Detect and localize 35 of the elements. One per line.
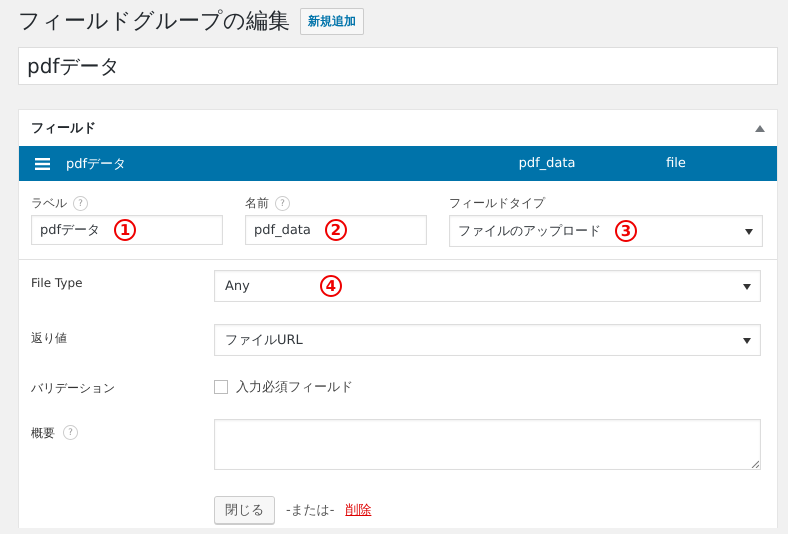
field-type: file	[665, 156, 687, 171]
setting-label: バリデーション	[31, 380, 115, 397]
input-field[interactable]: pdfデータ 1	[31, 215, 223, 245]
add-new-button[interactable]: 新規追加	[300, 8, 364, 34]
collapse-toggle-icon[interactable]	[755, 124, 765, 132]
field-bar[interactable]: pdfデータ pdf_data file	[19, 146, 777, 181]
checkbox-label: 入力必須フィールド	[236, 379, 353, 396]
select-field[interactable]: ファイルURL	[214, 324, 761, 356]
field-label: ラベル	[31, 195, 67, 212]
or-text: -または-	[286, 502, 334, 519]
resize-handle-icon[interactable]	[751, 460, 759, 468]
menu-icon[interactable]	[35, 158, 50, 170]
title-field[interactable]: pdfデータ	[18, 47, 778, 85]
number-marker: 1	[114, 219, 136, 241]
number-marker: 3	[615, 220, 637, 242]
input-field[interactable]: pdf_data 2	[245, 215, 427, 245]
delete-link[interactable]: 削除	[345, 501, 372, 519]
field-label: 名前	[245, 195, 269, 212]
select-field[interactable]: Any 4	[214, 270, 761, 302]
select-field[interactable]: ファイルのアップロード 3	[449, 215, 763, 247]
setting-label: 概要	[31, 425, 55, 442]
field-name: pdf_data	[518, 156, 576, 171]
page-title: フィールドグループの編集	[18, 8, 290, 36]
number-marker: 4	[320, 275, 342, 297]
checkbox[interactable]	[214, 380, 228, 394]
number-marker: 2	[324, 219, 347, 241]
caret-icon	[743, 284, 751, 290]
setting-label: 返り値	[31, 330, 67, 347]
caret-icon	[745, 229, 753, 235]
close-button[interactable]: 閉じる	[214, 496, 275, 524]
field-label: pdfデータ	[66, 156, 128, 172]
caret-icon	[743, 338, 751, 344]
field-label: フィールドタイプ	[449, 195, 545, 212]
setting-label: File Type	[31, 276, 82, 290]
panel-title: フィールド	[31, 120, 96, 137]
